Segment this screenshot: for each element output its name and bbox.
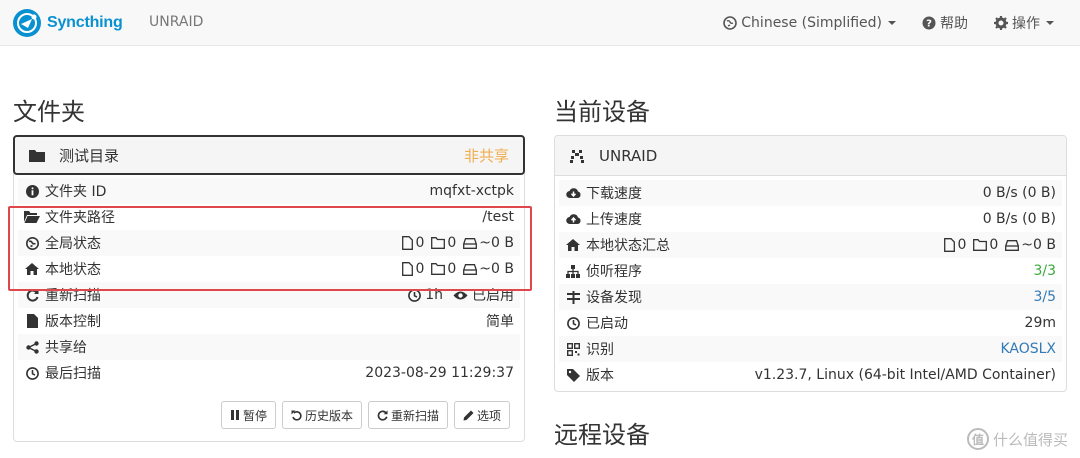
- device-name: UNRAID: [599, 146, 658, 165]
- help-label: 帮助: [940, 16, 968, 32]
- rescan-button-label: 重新扫描: [390, 408, 439, 423]
- qrcode-icon: [566, 342, 580, 356]
- pause-button[interactable]: 暂停: [220, 401, 276, 429]
- watermark-badge: 值: [966, 428, 989, 450]
- shared-with-label: 共享给: [45, 340, 87, 356]
- versions-button[interactable]: 历史版本: [281, 401, 362, 429]
- last-scan-label: 最后扫描: [45, 366, 101, 382]
- watermark: 值 什么值得买: [966, 428, 1068, 450]
- summary-files-count: 0: [957, 237, 967, 253]
- summary-dirs-count: 0: [989, 237, 999, 253]
- local-summary-value: 0 0 ~0 B: [937, 237, 1056, 253]
- listeners-row: 侦听程序 3/3: [559, 258, 1062, 284]
- download-rate-row: 下载速度 0 B/s (0 B): [559, 180, 1062, 206]
- version-label: 版本: [586, 368, 614, 384]
- brand[interactable]: Syncthing: [12, 8, 123, 38]
- cloud-upload-icon: [565, 214, 581, 225]
- listeners-value[interactable]: 3/3: [1033, 263, 1056, 279]
- discovery-value[interactable]: 3/5: [1033, 289, 1056, 305]
- pause-button-label: 暂停: [242, 408, 267, 423]
- folder-status-badge: 非共享: [463, 146, 509, 165]
- watermark-text: 什么值得买: [992, 430, 1068, 449]
- cloud-download-icon: [565, 188, 581, 199]
- device-panel-heading[interactable]: UNRAID: [555, 136, 1066, 176]
- language-label: Chinese (Simplified): [741, 15, 882, 31]
- home-icon: [566, 239, 580, 251]
- discovery-icon: [566, 290, 580, 304]
- tag-icon: [566, 368, 580, 382]
- actions-dropdown[interactable]: 操作: [994, 13, 1054, 33]
- chevron-down-icon: [888, 21, 896, 25]
- language-dropdown[interactable]: Chinese (Simplified): [723, 15, 896, 31]
- last-scan-value: 2023-08-29 11:29:37: [365, 365, 514, 381]
- uptime-row: 已启动 29m: [559, 310, 1062, 336]
- brand-name: Syncthing: [47, 14, 123, 31]
- hdd-icon: [1005, 239, 1020, 251]
- versioning-value: 简单: [486, 314, 514, 330]
- download-rate-value: 0 B/s (0 B): [982, 185, 1056, 201]
- options-button[interactable]: 选项: [453, 401, 510, 429]
- undo-icon: [291, 410, 302, 421]
- this-device-heading: 当前设备: [554, 98, 650, 126]
- listeners-label: 侦听程序: [586, 264, 642, 280]
- local-summary-row: 本地状态汇总 0 0 ~0 B: [559, 232, 1062, 258]
- chevron-down-icon: [1046, 21, 1054, 25]
- clock-icon: [25, 366, 39, 380]
- highlight-box: [8, 206, 532, 291]
- rescan-button[interactable]: 重新扫描: [367, 401, 448, 429]
- folder-icon: [29, 149, 45, 162]
- uptime-label: 已启动: [586, 316, 628, 332]
- globe-icon: [723, 16, 738, 30]
- version-row: 版本 v1.23.7, Linux (64-bit Intel/AMD Cont…: [559, 362, 1062, 388]
- actions-label: 操作: [1012, 16, 1040, 32]
- refresh-icon: [377, 409, 388, 421]
- last-scan-row: 最后扫描 2023-08-29 11:29:37: [18, 360, 520, 386]
- pause-icon: [230, 410, 239, 420]
- info-circle-icon: [25, 184, 39, 198]
- file-icon: [26, 314, 38, 328]
- share-icon: [25, 340, 39, 354]
- folder-outline-icon: [973, 239, 988, 251]
- upload-rate-value: 0 B/s (0 B): [982, 211, 1056, 227]
- folder-id-label: 文件夹 ID: [45, 184, 107, 200]
- folder-panel-heading[interactable]: 测试目录 非共享: [13, 135, 525, 175]
- folders-heading: 文件夹: [13, 98, 85, 126]
- version-value: v1.23.7, Linux (64-bit Intel/AMD Contain…: [754, 367, 1056, 383]
- discovery-row: 设备发现 3/5: [559, 284, 1062, 310]
- identification-row: 识别 KAOSLX: [559, 336, 1062, 362]
- file-outline-icon: [944, 238, 956, 252]
- svg-text:?: ?: [926, 19, 932, 30]
- folder-name: 测试目录: [59, 146, 120, 165]
- device-title: UNRAID: [149, 14, 204, 30]
- eye-icon: [453, 291, 468, 299]
- local-summary-label: 本地状态汇总: [586, 238, 670, 254]
- device-identicon-icon: [570, 149, 584, 163]
- this-device-panel: UNRAID 下载速度 0 B/s (0 B) 上传速度 0 B/s (0 B)…: [554, 135, 1067, 392]
- help-link[interactable]: ? 帮助: [922, 13, 968, 33]
- shared-with-row: 共享给: [18, 334, 520, 360]
- summary-size: ~0 B: [1021, 237, 1056, 253]
- download-rate-label: 下载速度: [586, 186, 642, 202]
- uptime-value: 29m: [1024, 315, 1056, 331]
- gear-icon: [994, 16, 1008, 30]
- versioning-label: 版本控制: [45, 314, 101, 330]
- identification-value[interactable]: KAOSLX: [1000, 341, 1056, 357]
- versions-button-label: 历史版本: [304, 408, 353, 423]
- clock-icon: [566, 316, 580, 330]
- versioning-row: 版本控制 简单: [18, 308, 520, 334]
- syncthing-logo-icon: [13, 9, 41, 37]
- pencil-icon: [463, 410, 474, 420]
- upload-rate-row: 上传速度 0 B/s (0 B): [559, 206, 1062, 232]
- options-button-label: 选项: [476, 408, 501, 423]
- discovery-label: 设备发现: [586, 290, 642, 306]
- question-circle-icon: ?: [922, 16, 936, 30]
- folder-id-row: 文件夹 ID mqfxt-xctpk: [18, 178, 520, 204]
- upload-rate-label: 上传速度: [586, 212, 642, 228]
- navbar: Syncthing UNRAID Chinese (Simplified) ? …: [0, 0, 1080, 46]
- folder-id-value: mqfxt-xctpk: [429, 183, 515, 199]
- sitemap-icon: [566, 264, 580, 278]
- remote-devices-heading: 远程设备: [554, 421, 650, 449]
- identification-label: 识别: [586, 342, 614, 358]
